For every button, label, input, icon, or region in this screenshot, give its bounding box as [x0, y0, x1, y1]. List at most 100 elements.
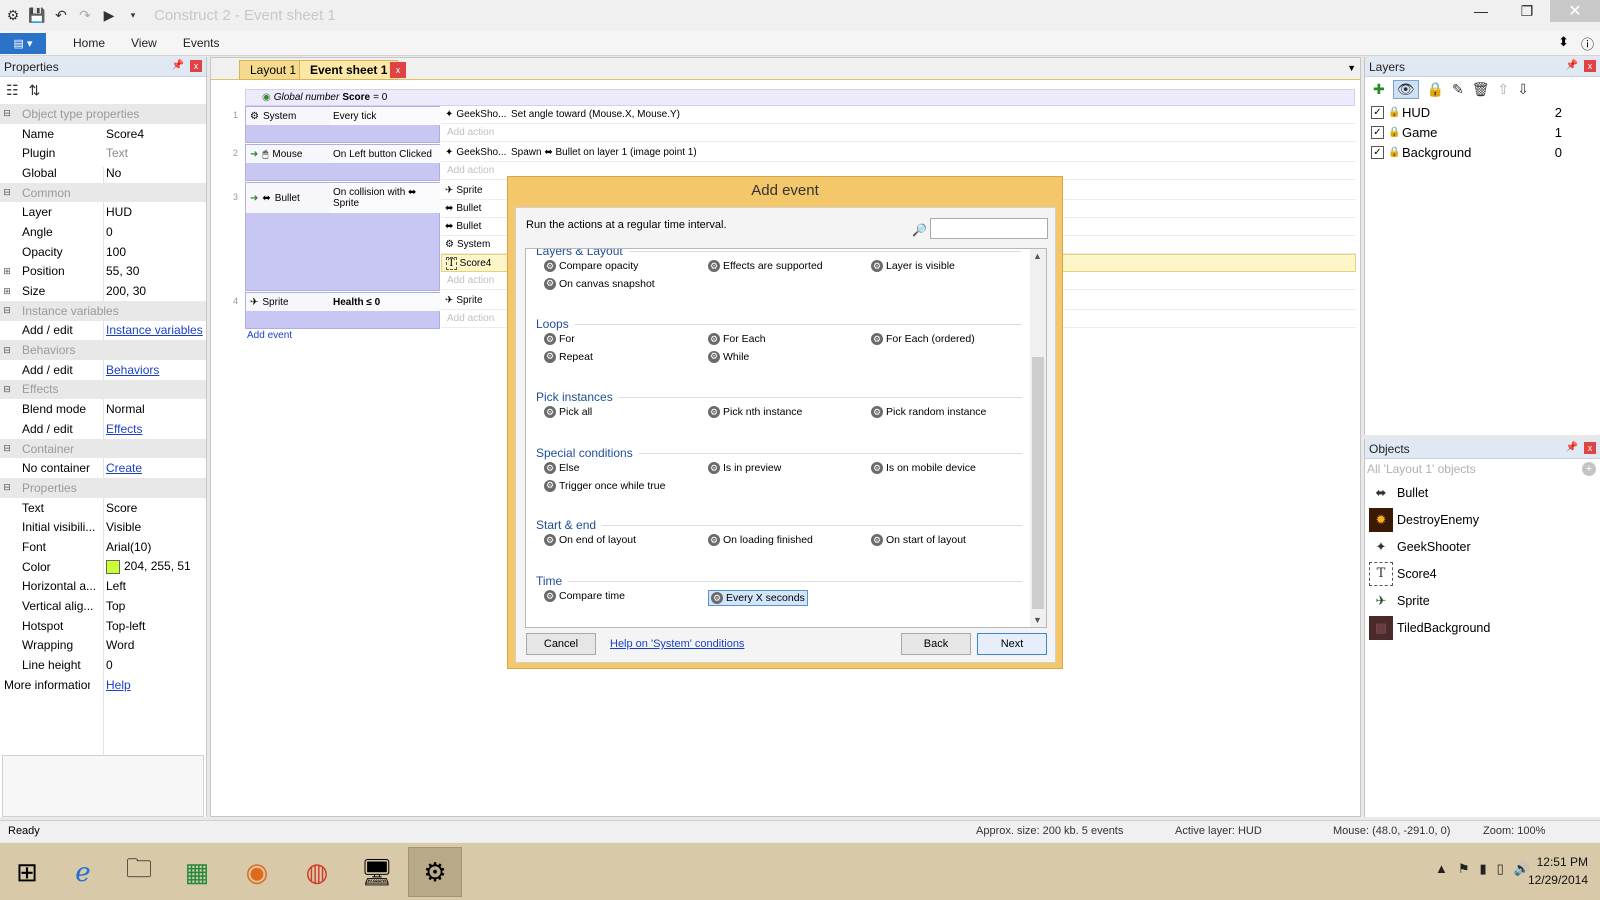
file-menu-button[interactable]: ▤ ▾: [0, 32, 46, 54]
condition-item[interactable]: ⚙ On end of layout: [544, 534, 636, 546]
property-value[interactable]: 100: [106, 245, 126, 259]
back-button[interactable]: Back: [901, 633, 971, 655]
condition-item[interactable]: ⚙ On loading finished: [708, 534, 813, 546]
condition-item[interactable]: ⚙ Pick nth instance: [708, 406, 802, 418]
property-row[interactable]: Add / edit Effects: [0, 419, 206, 439]
layer-visible-checkbox[interactable]: ✓: [1371, 145, 1384, 159]
condition-object[interactable]: ➜ 🖱 Mouse: [246, 145, 330, 163]
property-category[interactable]: ⊟ Object type properties: [0, 104, 206, 124]
property-category[interactable]: ⊟ Properties: [0, 478, 206, 498]
property-category[interactable]: ⊟ Behaviors: [0, 340, 206, 360]
ribbon-toggle-icon[interactable]: ⬍: [1558, 34, 1569, 53]
tab-event-sheet-1[interactable]: Event sheet 1: [299, 60, 399, 80]
layer-visible-checkbox[interactable]: ✓: [1371, 105, 1384, 119]
redo-icon[interactable]: ↷: [76, 7, 94, 25]
move-down-icon[interactable]: ⇩: [1517, 81, 1529, 98]
property-row[interactable]: Opacity 100: [0, 242, 206, 262]
property-row[interactable]: Global No: [0, 163, 206, 183]
edit-icon[interactable]: ✎: [1452, 81, 1464, 98]
condition-item[interactable]: ⚙ Compare opacity: [544, 260, 638, 272]
close-panel-button[interactable]: x: [190, 60, 202, 72]
firefox-icon[interactable]: ◉: [230, 847, 284, 897]
move-up-icon[interactable]: ⇧: [1497, 81, 1509, 98]
property-category[interactable]: ⊟ Common: [0, 182, 206, 203]
property-value[interactable]: Normal: [106, 402, 145, 416]
condition-item[interactable]: ⚙ Else: [544, 462, 579, 474]
property-value[interactable]: Instance variables: [106, 323, 203, 337]
construct-2-taskbar-icon[interactable]: ⚙: [408, 847, 462, 897]
condition-item[interactable]: ⚙ Effects are supported: [708, 260, 823, 272]
remote-desktop-icon[interactable]: 🖥: [350, 847, 404, 897]
property-row[interactable]: Color 204, 255, 51: [0, 557, 206, 577]
collapse-icon[interactable]: ⊟: [0, 305, 14, 316]
property-row[interactable]: Vertical alig... Top: [0, 596, 206, 616]
property-value[interactable]: Score: [106, 501, 137, 515]
color-swatch[interactable]: [106, 560, 120, 575]
pin-icon[interactable]: 📌: [1566, 60, 1578, 71]
delete-icon[interactable]: 🗑: [1472, 81, 1490, 98]
objects-filter[interactable]: All 'Layout 1' objects +: [1365, 459, 1600, 479]
property-row[interactable]: ⊞ Size 200, 30: [0, 281, 206, 301]
property-value[interactable]: Arial(10): [106, 540, 151, 554]
battery-icon[interactable]: ▯: [1497, 861, 1504, 877]
layer-row[interactable]: ✓ 🔒 HUD 2: [1365, 102, 1600, 122]
visibility-icon[interactable]: 👁: [1392, 80, 1419, 99]
pin-icon[interactable]: 📌: [172, 60, 184, 71]
object-row[interactable]: T Score4: [1365, 560, 1600, 587]
property-value[interactable]: Score4: [106, 127, 144, 141]
expand-icon[interactable]: ⊞: [0, 266, 14, 277]
tab-dropdown-icon[interactable]: ▼: [1347, 63, 1356, 73]
property-row[interactable]: Wrapping Word: [0, 636, 206, 656]
property-value[interactable]: 204, 255, 51: [106, 559, 191, 575]
tab-home[interactable]: Home: [60, 36, 118, 50]
property-value[interactable]: Visible: [106, 520, 141, 534]
condition-object[interactable]: ✈ Sprite: [246, 293, 330, 311]
collapse-icon[interactable]: ⊟: [0, 482, 14, 493]
condition-item[interactable]: ⚙ Trigger once while true: [544, 479, 665, 492]
app-logo-icon[interactable]: ⚙: [4, 7, 22, 25]
condition-item[interactable]: ⚙ Is in preview: [708, 462, 781, 474]
property-row[interactable]: Name Score4: [0, 124, 206, 144]
event-row[interactable]: 1 ⚙ System Every tick ✦ GeekSho... Set ang…: [211, 106, 1362, 144]
property-row[interactable]: Add / edit Behaviors: [0, 360, 206, 380]
layer-visible-checkbox[interactable]: ✓: [1371, 125, 1384, 139]
property-value[interactable]: 55, 30: [106, 264, 139, 278]
add-action-link[interactable]: Add action: [441, 124, 1356, 142]
tab-layout-1[interactable]: Layout 1: [239, 60, 308, 80]
property-row[interactable]: Layer HUD: [0, 202, 206, 222]
network-icon[interactable]: ▮: [1480, 861, 1487, 877]
condition-text[interactable]: Health ≤ 0: [330, 293, 440, 311]
show-hidden-icons-icon[interactable]: ▲: [1435, 861, 1448, 877]
object-row[interactable]: ▩ TiledBackground: [1365, 614, 1600, 641]
info-icon[interactable]: ⓘ: [1581, 34, 1594, 53]
property-value[interactable]: Top: [106, 599, 125, 613]
property-category[interactable]: ⊟ Effects: [0, 379, 206, 400]
unlocked-icon[interactable]: 🔒: [1388, 107, 1400, 118]
object-row[interactable]: ✦ GeekShooter: [1365, 533, 1600, 560]
property-value[interactable]: Help: [106, 678, 131, 692]
property-link[interactable]: Help: [106, 678, 131, 692]
condition-item[interactable]: ⚙ Repeat: [544, 350, 593, 363]
condition-object[interactable]: ⚙ System: [246, 107, 330, 125]
condition-item[interactable]: ⚙ While: [708, 350, 749, 363]
property-row[interactable]: Hotspot Top-left: [0, 616, 206, 636]
condition-item[interactable]: ⚙ For: [544, 333, 575, 345]
chrome-icon[interactable]: ◍: [290, 847, 344, 897]
property-value[interactable]: Top-left: [106, 619, 145, 633]
close-window-button[interactable]: ✕: [1550, 0, 1600, 22]
close-tab-button[interactable]: x: [390, 62, 406, 78]
layer-row[interactable]: ✓ 🔒 Background 0: [1365, 142, 1600, 162]
condition-item[interactable]: ⚙ On canvas snapshot: [544, 277, 655, 290]
lock-icon[interactable]: 🔒: [1427, 81, 1444, 98]
property-row[interactable]: More information Help: [0, 675, 206, 695]
property-value[interactable]: Behaviors: [106, 363, 159, 377]
property-category[interactable]: ⊟ Instance variables: [0, 300, 206, 321]
object-row[interactable]: ✈ Sprite: [1365, 587, 1600, 614]
sort-alpha-icon[interactable]: ⇅: [29, 82, 41, 99]
property-value[interactable]: Word: [106, 638, 134, 652]
property-link[interactable]: Behaviors: [106, 363, 159, 377]
property-row[interactable]: Initial visibili... Visible: [0, 517, 206, 537]
flag-icon[interactable]: ⚑: [1458, 861, 1470, 877]
collapse-icon[interactable]: ⊟: [0, 345, 14, 356]
global-variable-row[interactable]: ◉ Global number Score = 0: [245, 89, 1355, 106]
